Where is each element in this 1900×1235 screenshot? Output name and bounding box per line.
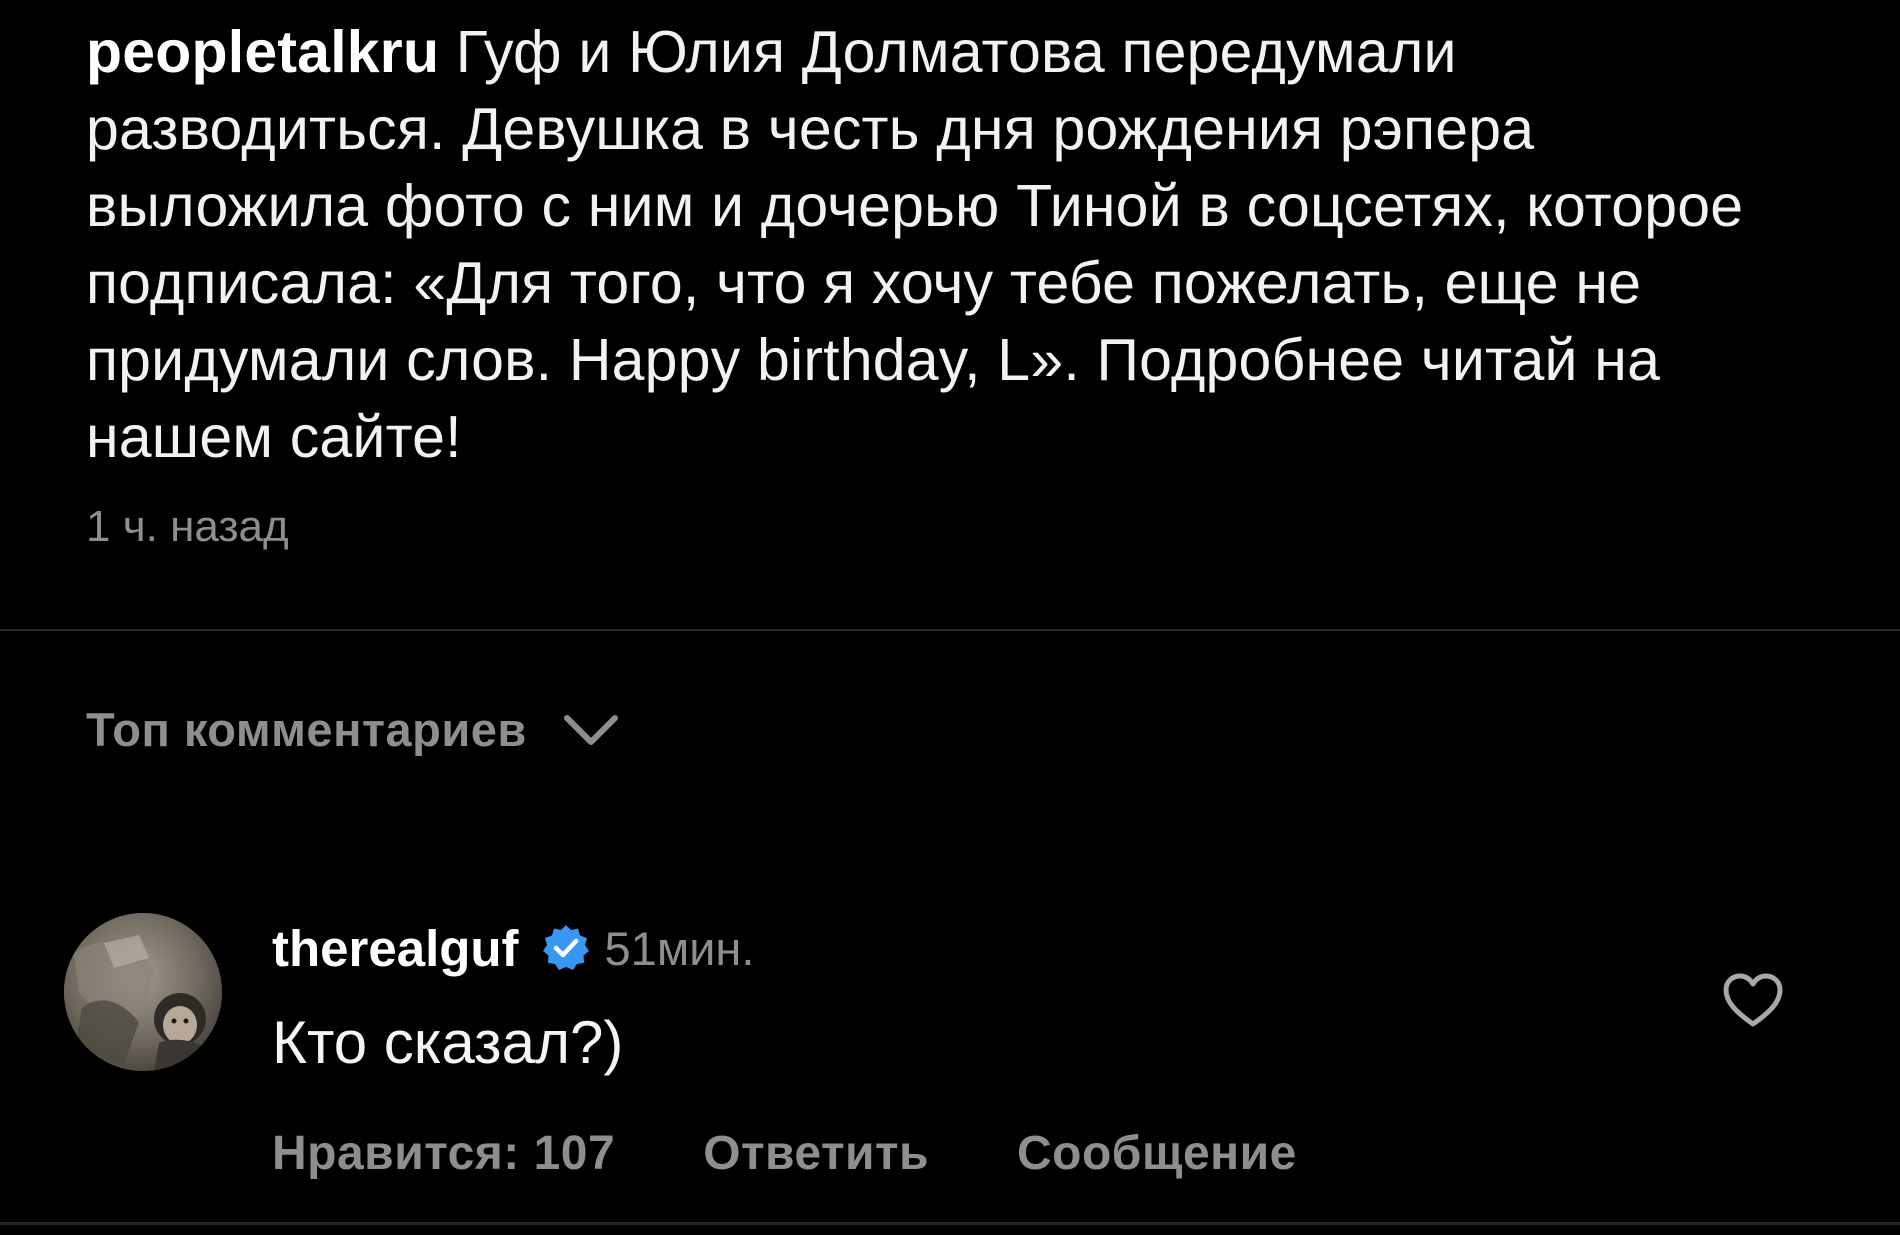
post-timestamp: 1 ч. назад [86, 502, 289, 551]
post-caption: peopletalkru Гуф и Юлия Долматова переду… [86, 14, 1826, 476]
comments-sort-dropdown[interactable]: Топ комментариев [86, 702, 621, 757]
post-username[interactable]: peopletalkru [86, 19, 439, 85]
comment-timestamp: 51мин. [604, 921, 755, 975]
likes-count-button[interactable]: Нравится: 107 [272, 1126, 615, 1181]
comment-text: Кто сказал?) [272, 1009, 624, 1076]
comment-header: therealguf 51мин. [272, 915, 754, 981]
verified-badge-icon [542, 925, 589, 970]
comment-actions: Нравится: 107 Ответить Сообщение [272, 1126, 1297, 1181]
bottom-divider [0, 1222, 1900, 1225]
avatar-photo [64, 913, 222, 1071]
comments-sort-label: Топ комментариев [86, 703, 527, 756]
avatar[interactable] [64, 913, 222, 1071]
chevron-down-icon [563, 714, 618, 745]
post-caption-text: Гуф и Юлия Долматова передумали разводит… [86, 19, 1744, 470]
section-divider [0, 629, 1900, 631]
reply-button[interactable]: Ответить [703, 1126, 929, 1181]
message-button[interactable]: Сообщение [1017, 1126, 1297, 1181]
comment-username[interactable]: therealguf [272, 919, 519, 978]
heart-icon[interactable] [1722, 972, 1784, 1028]
